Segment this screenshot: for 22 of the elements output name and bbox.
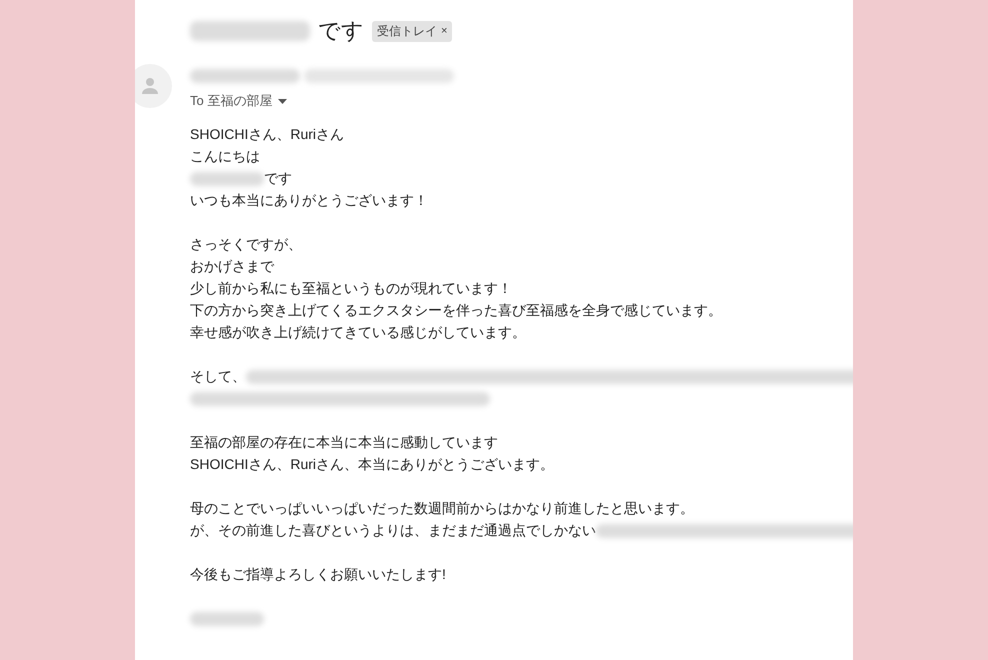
label-chip[interactable]: 受信トレイ × (372, 20, 452, 42)
text-line: そして、 (190, 368, 246, 386)
text-line: 至福の部屋の存在に本当に本当に感動しています (190, 434, 498, 452)
label-text: 受信トレイ (377, 22, 437, 40)
text-line: です (318, 17, 364, 45)
text-line: こんにちは (190, 148, 260, 166)
text-line: です (264, 170, 292, 188)
text-line: 幸せ感が吹き上げ続けてきている感じがしています。 (190, 324, 526, 342)
avatar-icon (135, 64, 172, 108)
remove-label-button[interactable]: × (441, 25, 448, 37)
text-line: いつも本当にありがとうございます！ (190, 192, 428, 210)
caret-icon[interactable] (278, 98, 288, 104)
text-line: さっそくですが、 (190, 236, 302, 254)
text-line: 母のことでいっぱいいっぱいだった数週間前からはかなり前進したと思います。 (190, 500, 694, 518)
text-line: SHOICHIさん、Ruriさん、本当にありがとうございます。 (190, 456, 554, 474)
text-line: 下の方から突き上げてくるエクスタシーを伴った喜び至福感を全身で感じています。 (190, 302, 722, 320)
text-line: おかげさまで (190, 258, 274, 276)
recipient-text: To 至福の部屋 (190, 92, 272, 110)
text-line: 今後もご指導よろしくお願いいたします! (190, 566, 446, 584)
text-line: が、その前進した喜びというよりは、まだまだ通過点でしかない (190, 522, 596, 540)
text-line: 少し前から私にも至福というものが現れています！ (190, 280, 512, 298)
text-line: SHOICHIさん、Ruriさん (190, 126, 344, 144)
